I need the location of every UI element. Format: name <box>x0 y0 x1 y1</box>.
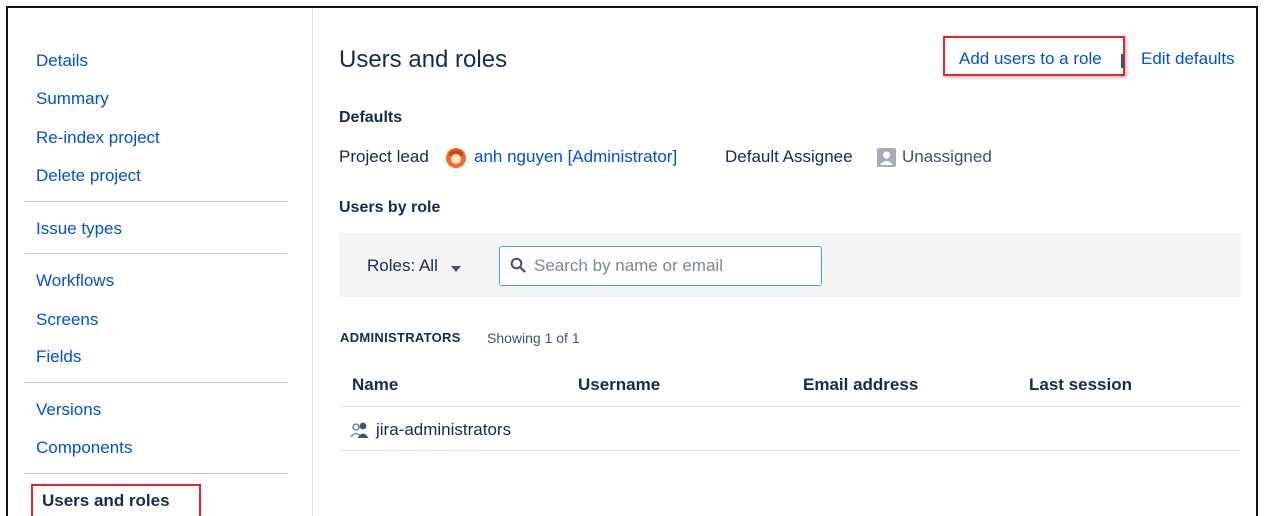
column-header-last-session: Last session <box>1029 375 1132 394</box>
page-title: Users and roles <box>339 46 508 73</box>
project-lead-link[interactable]: anh nguyen [Administrator] <box>474 147 677 167</box>
sidebar-item-components[interactable]: Components <box>36 438 132 458</box>
sidebar-item-users-and-roles[interactable]: Users and roles <box>31 484 201 516</box>
sidebar-divider <box>25 201 287 202</box>
sidebar-divider <box>25 253 287 254</box>
sidebar-item-reindex-project[interactable]: Re-index project <box>36 128 160 148</box>
column-header-email: Email address <box>803 375 919 394</box>
column-header-username: Username <box>578 375 661 394</box>
table-header-divider <box>339 406 1241 407</box>
default-assignee-label: Default Assignee <box>725 147 853 166</box>
users-by-role-heading: Users by role <box>339 199 441 216</box>
sidebar-item-details[interactable]: Details <box>36 51 88 71</box>
sidebar-item-screens[interactable]: Screens <box>36 310 98 330</box>
table-row-divider <box>339 450 1241 451</box>
showing-count: Showing 1 of 1 <box>487 330 580 346</box>
sidebar-divider <box>25 473 287 474</box>
header-separator <box>1121 54 1124 68</box>
project-lead-label: Project lead <box>339 147 429 166</box>
sidebar-item-issue-types[interactable]: Issue types <box>36 219 122 239</box>
unassigned-avatar-icon <box>877 148 896 167</box>
sidebar-divider <box>25 382 287 383</box>
sidebar-item-versions[interactable]: Versions <box>36 400 101 420</box>
edit-defaults-button[interactable]: Edit defaults <box>1141 49 1235 69</box>
sidebar-item-delete-project[interactable]: Delete project <box>36 166 141 186</box>
user-search-field[interactable] <box>499 246 822 286</box>
column-header-name: Name <box>352 375 399 394</box>
search-input[interactable] <box>532 255 812 277</box>
sidebar-item-summary[interactable]: Summary <box>36 89 109 109</box>
add-users-to-role-button[interactable]: Add users to a role <box>943 36 1125 76</box>
role-name: ADMINISTRATORS <box>340 330 461 345</box>
chevron-down-icon <box>450 257 461 277</box>
sidebar-item-workflows[interactable]: Workflows <box>36 271 114 291</box>
defaults-heading: Defaults <box>339 109 403 126</box>
group-icon <box>350 421 370 439</box>
default-assignee-value: Unassigned <box>902 147 992 166</box>
roles-filter-label: Roles: All <box>367 256 438 275</box>
group-name: jira-administrators <box>376 420 512 439</box>
roles-filter-dropdown[interactable]: Roles: All <box>367 256 461 277</box>
project-lead-avatar <box>446 148 466 168</box>
search-icon <box>510 257 526 278</box>
sidebar-item-fields[interactable]: Fields <box>36 347 81 367</box>
